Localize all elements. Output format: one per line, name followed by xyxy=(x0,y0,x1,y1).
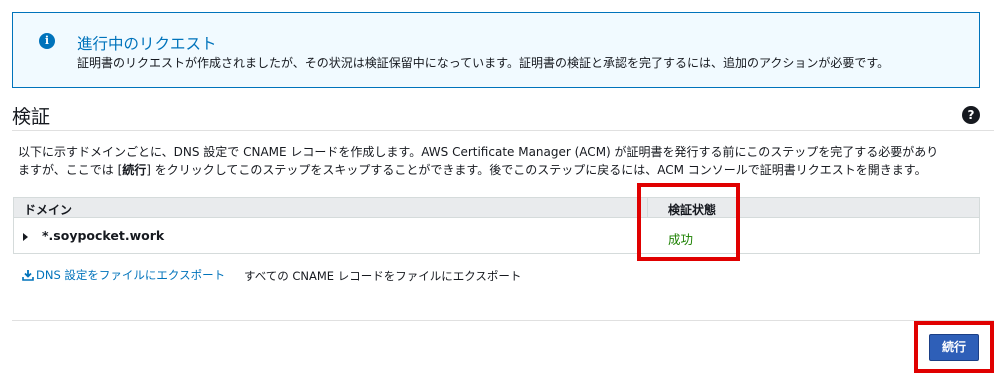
continue-button[interactable]: 続行 xyxy=(929,334,979,361)
section-divider xyxy=(12,130,994,131)
export-cname-text: すべての CNAME レコードをファイルにエクスポート xyxy=(244,269,522,283)
export-dns-link[interactable]: DNS 設定をファイルにエクスポート xyxy=(22,267,225,283)
export-dns-label: DNS 設定をファイルにエクスポート xyxy=(36,268,226,282)
continue-reference: 続行 xyxy=(122,163,147,177)
table-header: ドメイン 検証状態 xyxy=(14,198,979,218)
section-title: 検証 xyxy=(12,106,51,128)
expand-caret-icon[interactable] xyxy=(23,233,28,241)
column-header-status: 検証状態 xyxy=(668,203,717,217)
alert-title: 進行中のリクエスト xyxy=(77,35,217,53)
domain-cell: *.soypocket.work xyxy=(42,228,165,243)
info-icon: i xyxy=(39,33,55,49)
column-divider xyxy=(647,198,648,218)
alert-body: 証明書のリクエストが作成されましたが、その状況は検証保留中になっています。証明書… xyxy=(77,56,890,70)
validation-table: ドメイン 検証状態 *.soypocket.work 成功 xyxy=(13,197,980,254)
status-cell: 成功 xyxy=(668,232,694,247)
help-icon[interactable]: ? xyxy=(962,106,980,124)
footer-divider xyxy=(12,320,994,321)
download-icon xyxy=(22,270,34,281)
description-line-2: ますが、ここでは [続行] をクリックしてこのステップをスキップすることができま… xyxy=(18,161,980,179)
column-header-domain: ドメイン xyxy=(24,203,73,217)
description-text: ] をクリックしてこのステップをスキップすることができます。後でこのステップに戻… xyxy=(146,163,927,177)
description-text: ますが、ここでは [ xyxy=(18,163,123,177)
info-alert: i 進行中のリクエスト 証明書のリクエストが作成されましたが、その状況は検証保留… xyxy=(12,12,980,88)
description-line-1: 以下に示すドメインごとに、DNS 設定で CNAME レコードを作成します。AW… xyxy=(18,145,939,159)
section-description: 以下に示すドメインごとに、DNS 設定で CNAME レコードを作成します。AW… xyxy=(18,143,980,179)
